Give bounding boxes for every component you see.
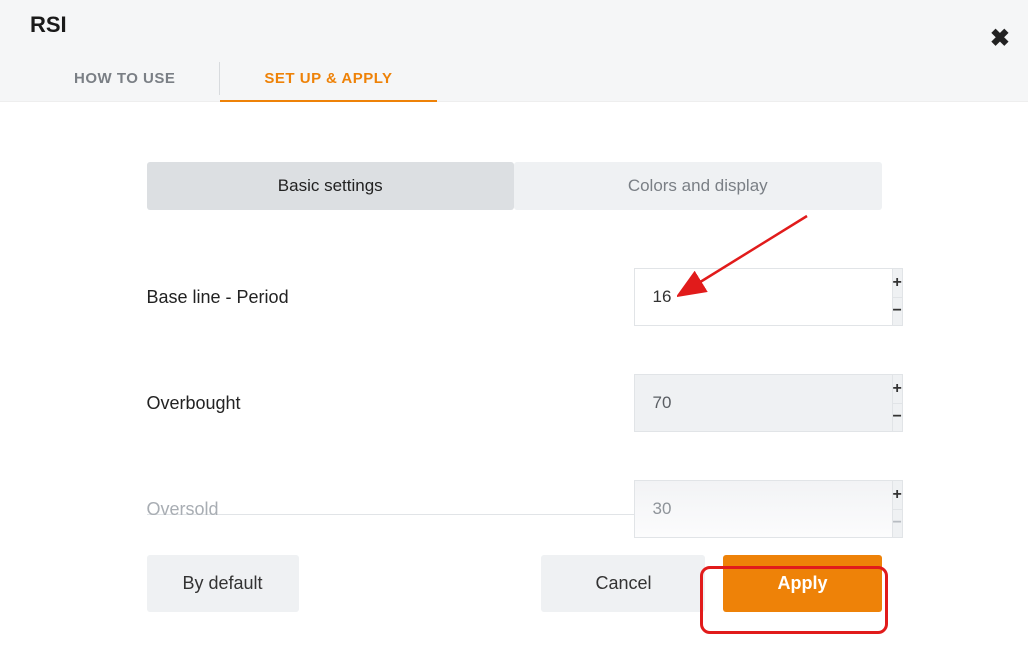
overbought-input[interactable] bbox=[634, 374, 892, 432]
base-line-label: Base line - Period bbox=[147, 287, 289, 308]
apply-button[interactable]: Apply bbox=[723, 555, 881, 612]
overbought-stepper: + − bbox=[634, 374, 882, 432]
tab-setup-apply[interactable]: SET UP & APPLY bbox=[220, 56, 436, 101]
oversold-stepper: + − bbox=[634, 480, 882, 538]
dialog-title: RSI bbox=[30, 12, 998, 38]
overbought-increment[interactable]: + bbox=[892, 374, 903, 404]
cancel-button[interactable]: Cancel bbox=[541, 555, 705, 612]
base-line-increment[interactable]: + bbox=[892, 268, 903, 298]
base-line-decrement[interactable]: − bbox=[892, 298, 903, 327]
dialog-header: RSI ✖ HOW TO USE SET UP & APPLY bbox=[0, 0, 1028, 102]
main-tabs: HOW TO USE SET UP & APPLY bbox=[30, 56, 998, 101]
oversold-label: Oversold bbox=[147, 499, 219, 520]
oversold-increment[interactable]: + bbox=[892, 480, 903, 510]
subtab-basic-settings[interactable]: Basic settings bbox=[147, 162, 515, 210]
field-overbought: Overbought + − bbox=[147, 374, 882, 432]
base-line-input[interactable] bbox=[634, 268, 892, 326]
oversold-input[interactable] bbox=[634, 480, 892, 538]
panel-footer: By default Cancel Apply bbox=[147, 555, 882, 612]
subtab-colors-display[interactable]: Colors and display bbox=[514, 162, 882, 210]
tab-how-to-use[interactable]: HOW TO USE bbox=[30, 56, 219, 101]
field-oversold: Oversold + − bbox=[147, 480, 882, 538]
oversold-decrement: − bbox=[892, 510, 903, 539]
overbought-decrement[interactable]: − bbox=[892, 404, 903, 433]
by-default-button[interactable]: By default bbox=[147, 555, 299, 612]
overbought-label: Overbought bbox=[147, 393, 241, 414]
field-base-line-period: Base line - Period + − bbox=[147, 268, 882, 326]
sub-tabs: Basic settings Colors and display bbox=[147, 162, 882, 210]
close-icon[interactable]: ✖ bbox=[990, 24, 1010, 53]
settings-panel: Basic settings Colors and display Base l… bbox=[147, 162, 882, 612]
base-line-stepper: + − bbox=[634, 268, 882, 326]
